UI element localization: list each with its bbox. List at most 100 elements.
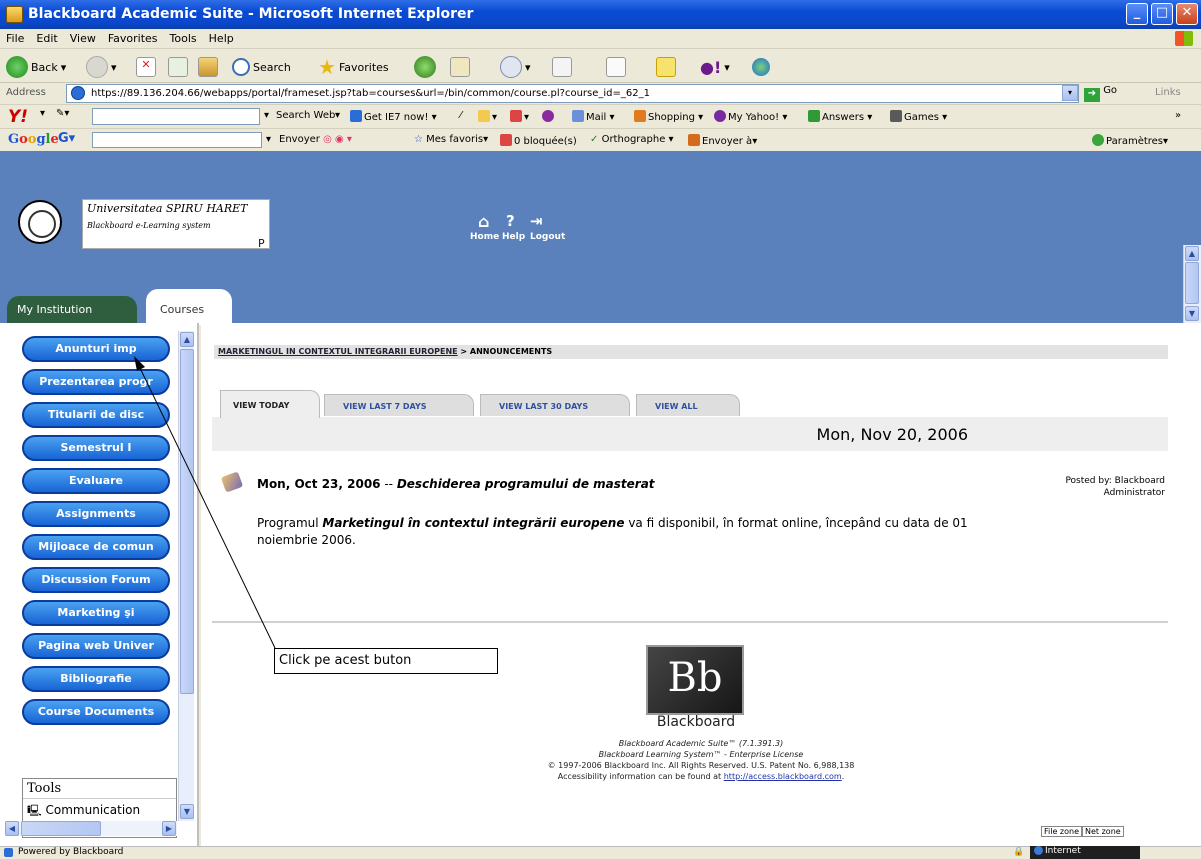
links-label[interactable]: Links	[1155, 87, 1181, 98]
tab-courses[interactable]: Courses	[146, 289, 232, 325]
menu-tools[interactable]: Tools	[164, 29, 203, 45]
history-button[interactable]	[450, 55, 470, 79]
menu-view[interactable]: View	[64, 29, 102, 45]
games-link[interactable]: Games ▾	[890, 110, 947, 123]
search-web-button[interactable]: Search Web	[276, 110, 335, 121]
accessibility-link[interactable]: http://access.blackboard.com	[724, 772, 842, 781]
purple-circle-icon[interactable]	[542, 110, 556, 123]
menu-edit[interactable]: Edit	[30, 29, 63, 45]
course-menu-item-evaluare[interactable]: Evaluare	[22, 468, 170, 494]
tab-view-last-30-days[interactable]: VIEW LAST 30 DAYS	[480, 394, 630, 416]
google-logo-icon[interactable]: Google	[8, 132, 59, 147]
my-yahoo-link[interactable]: My Yahoo! ▾	[714, 110, 787, 123]
highlight-icon[interactable]: ⁄	[460, 110, 462, 121]
logout-icon[interactable]: ⇥	[530, 212, 543, 230]
print-button[interactable]	[552, 55, 572, 79]
google-search-dropdown[interactable]: ▾	[266, 134, 271, 145]
search-button[interactable]: Search	[232, 55, 291, 79]
messenger-button[interactable]: ●! ▾	[700, 55, 730, 79]
breadcrumb-course-link[interactable]: MARKETINGUL IN CONTEXTUL INTEGRARII EURO…	[218, 347, 458, 356]
home-icon	[198, 57, 218, 77]
close-button[interactable]: ✕	[1176, 3, 1198, 25]
university-name: Universitatea SPIRU HARET	[87, 202, 248, 215]
course-menu-item-marketing[interactable]: Marketing şi	[22, 600, 170, 626]
google-toolbar: Google G▾ ▾ Envoyer ◎ ◉ ▾ ☆ Mes favoris▾…	[0, 128, 1201, 151]
refresh-button[interactable]	[168, 55, 188, 79]
minimize-button[interactable]: _	[1126, 3, 1148, 25]
tab-view-all[interactable]: VIEW ALL	[636, 394, 740, 416]
course-menu-item-assignments[interactable]: Assignments	[22, 501, 170, 527]
pencil-icon[interactable]: ✎▾	[56, 108, 69, 119]
home-link[interactable]: Home	[470, 232, 499, 242]
course-menu-item-prezentarea[interactable]: Prezentarea progr	[22, 369, 170, 395]
edit-button[interactable]	[606, 55, 626, 79]
tab-view-today[interactable]: VIEW TODAY	[220, 390, 320, 418]
course-menu-item-discussion-forum[interactable]: Discussion Forum	[22, 567, 170, 593]
address-input[interactable]: https://89.136.204.66/webapps/portal/fra…	[66, 84, 1079, 103]
yahoo-logo-icon[interactable]: Y!	[8, 107, 28, 127]
tab-view-last-7-days[interactable]: VIEW LAST 7 DAYS	[324, 394, 474, 416]
yahoo-search-input[interactable]	[92, 108, 260, 125]
get-ie7-button[interactable]: Get IE7 now! ▾	[350, 110, 437, 123]
google-search-input[interactable]	[92, 132, 262, 148]
msn-button[interactable]	[752, 55, 770, 79]
google-g-icon[interactable]: G▾	[58, 131, 75, 146]
go-button[interactable]: ➔ Go	[1084, 85, 1117, 102]
media-button[interactable]	[414, 55, 436, 79]
course-menu-item-semestrul[interactable]: Semestrul I	[22, 435, 170, 461]
shopping-link[interactable]: Shopping ▾	[634, 110, 703, 123]
help-icon[interactable]: ?	[506, 212, 515, 230]
address-url: https://89.136.204.66/webapps/portal/fra…	[91, 88, 650, 99]
mail-button[interactable]: ▾	[500, 55, 531, 79]
header-scrollbar[interactable]: ▲ ▼	[1183, 245, 1201, 323]
answers-label: Answers	[822, 112, 865, 123]
orthographe-button[interactable]: ✓ Orthographe ▾	[590, 134, 674, 145]
stop-button[interactable]: ✕	[136, 55, 156, 79]
yahoo-search-dropdown[interactable]: ▾	[264, 110, 269, 121]
course-menu-item-anunturi[interactable]: Anunturi imp	[22, 336, 170, 362]
scroll-up-button[interactable]: ▲	[180, 332, 194, 347]
home-button[interactable]	[198, 55, 218, 79]
logout-link[interactable]: Logout	[530, 232, 565, 242]
forward-button[interactable]: ▾	[86, 55, 117, 79]
toolbar-overflow-chevron[interactable]: »	[1175, 110, 1181, 121]
help-link[interactable]: Help	[502, 232, 525, 242]
hscroll-thumb[interactable]	[21, 821, 101, 836]
scroll-thumb[interactable]	[1185, 262, 1199, 304]
favorites-button[interactable]: ★ Favorites	[318, 55, 389, 79]
menu-help[interactable]: Help	[203, 29, 240, 45]
course-menu-item-course-documents[interactable]: Course Documents	[22, 699, 170, 725]
envoyer-a-button[interactable]: Envoyer à▾	[688, 134, 757, 147]
bookmark-icon[interactable]: ▾	[510, 110, 529, 123]
tab-my-institution[interactable]: My Institution	[7, 296, 137, 324]
window-icon[interactable]: ▾	[478, 110, 497, 123]
scroll-up-button[interactable]: ▲	[1185, 246, 1199, 261]
envoyer-button[interactable]: Envoyer ◎ ◉ ▾	[279, 134, 352, 145]
favoris-button[interactable]: ☆ Mes favoris▾	[414, 134, 488, 145]
course-menu-item-mijloace[interactable]: Mijloace de comun	[22, 534, 170, 560]
menu-file[interactable]: File	[0, 29, 30, 45]
content-frame: MARKETINGUL IN CONTEXTUL INTEGRARII EURO…	[201, 323, 1201, 846]
course-menu-hscrollbar[interactable]: ◀ ▶	[5, 821, 177, 836]
maximize-button[interactable]: □	[1151, 3, 1173, 25]
course-menu-scrollbar[interactable]: ▲ ▼	[178, 331, 194, 821]
popup-blocker-button[interactable]: 0 bloquée(s)	[500, 134, 577, 147]
scroll-right-button[interactable]: ▶	[162, 821, 176, 836]
scroll-left-button[interactable]: ◀	[5, 821, 19, 836]
course-menu-item-bibliografie[interactable]: Bibliografie	[22, 666, 170, 692]
scroll-down-button[interactable]: ▼	[180, 804, 194, 819]
mail-link[interactable]: Mail ▾	[572, 110, 615, 123]
parametres-button[interactable]: Paramètres▾	[1092, 134, 1168, 147]
back-button[interactable]: Back ▾	[6, 55, 66, 79]
scroll-down-button[interactable]: ▼	[1185, 306, 1199, 321]
go-arrow-icon: ➔	[1084, 88, 1100, 102]
address-dropdown-button[interactable]: ▾	[1062, 85, 1078, 101]
home-icon[interactable]: ⌂	[478, 212, 489, 231]
scroll-thumb[interactable]	[180, 349, 194, 694]
course-menu-item-pagina-web[interactable]: Pagina web Univer	[22, 633, 170, 659]
course-menu-item-titularii[interactable]: Titularii de disc	[22, 402, 170, 428]
blackboard-logo: Bb	[646, 645, 744, 715]
answers-link[interactable]: Answers ▾	[808, 110, 872, 123]
discuss-button[interactable]	[656, 55, 676, 79]
menu-favorites[interactable]: Favorites	[102, 29, 164, 45]
